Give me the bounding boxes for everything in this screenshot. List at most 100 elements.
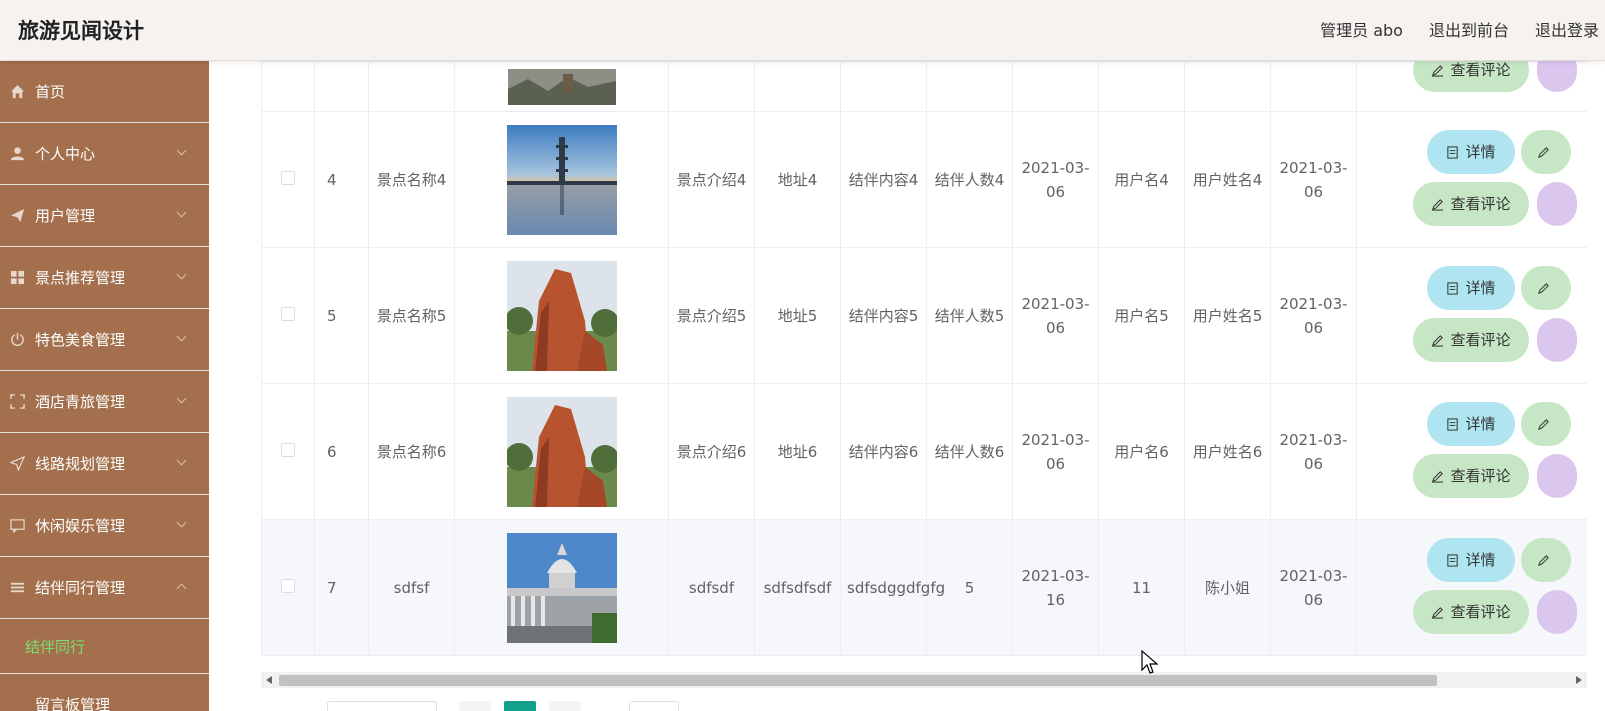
view-comments-button[interactable]: 查看评论 xyxy=(1413,590,1529,634)
detail-button[interactable]: 详情 xyxy=(1427,266,1515,310)
document-icon xyxy=(1447,553,1459,567)
detail-button[interactable]: 详情 xyxy=(1427,130,1515,174)
chevron-down-icon xyxy=(176,145,187,156)
row-checkbox[interactable] xyxy=(281,306,295,321)
thumbnail-cell xyxy=(454,111,669,248)
view-comments-button[interactable]: 查看评论 xyxy=(1413,454,1529,498)
sidebar-item-leisure[interactable]: 休闲娱乐管理 xyxy=(0,495,209,557)
table-row: 查看评论 xyxy=(261,61,1587,112)
send-icon xyxy=(9,208,25,224)
sidebar-item-attractions[interactable]: 景点推荐管理 xyxy=(0,247,209,309)
delete-button[interactable] xyxy=(1537,590,1577,634)
document-icon xyxy=(1447,281,1459,295)
view-comments-button[interactable]: 查看评论 xyxy=(1413,61,1529,92)
thumbnail-cell xyxy=(454,519,669,656)
prev-page-button[interactable] xyxy=(459,701,491,711)
delete-button[interactable] xyxy=(1537,318,1577,362)
detail-button[interactable]: 详情 xyxy=(1427,538,1515,582)
delete-button[interactable] xyxy=(1537,454,1577,498)
scroll-left-icon[interactable] xyxy=(266,676,272,684)
detail-button[interactable]: 详情 xyxy=(1427,402,1515,446)
sidebar-item-message-board[interactable]: 留言板管理 xyxy=(0,674,209,711)
sidebar-subitem-companion[interactable]: 结伴同行 xyxy=(0,619,209,674)
sidebar-item-home[interactable]: 首页 xyxy=(0,61,209,123)
delete-button[interactable] xyxy=(1537,182,1577,226)
sidebar-item-label: 特色美食管理 xyxy=(35,331,126,349)
edit-icon xyxy=(1537,554,1549,566)
thumbnail-cell xyxy=(454,247,669,384)
data-table: 查看评论 4 景点名称4 景点介绍4 地址4 结伴内容4 结伴人数4 2021-… xyxy=(261,61,1587,672)
delete-button[interactable] xyxy=(1537,61,1577,92)
attraction-intro: sdfsdf xyxy=(668,519,755,656)
companion-content: sdfsdggdfgfg xyxy=(840,519,945,656)
page-jump-input[interactable] xyxy=(629,701,679,711)
view-comments-button[interactable]: 查看评论 xyxy=(1413,182,1529,226)
table-row: 6 景点名称6 景点介绍6 地址6 结伴内容6 结伴人数6 2021-03-06… xyxy=(261,383,1587,520)
companion-content: 结伴内容6 xyxy=(840,383,927,520)
sidebar-item-label: 景点推荐管理 xyxy=(35,269,126,287)
thumbnail-image xyxy=(506,532,617,643)
sidebar-item-hotels[interactable]: 酒店青旅管理 xyxy=(0,371,209,433)
table-row: 5 景点名称5 景点介绍5 地址5 结伴内容5 结伴人数5 2021-03-06… xyxy=(261,247,1587,384)
menu-icon xyxy=(9,580,25,596)
actions-cell: 详情 查看评论 xyxy=(1356,247,1587,384)
attraction-intro: 景点介绍4 xyxy=(668,111,755,248)
companion-content: 结伴内容4 xyxy=(840,111,927,248)
exit-to-frontend-link[interactable]: 退出到前台 xyxy=(1429,17,1509,41)
date: 2021-03-06 xyxy=(1270,383,1357,520)
chevron-down-icon xyxy=(176,517,187,528)
current-page-button[interactable] xyxy=(504,701,536,711)
pagination xyxy=(209,688,1605,711)
grid-icon xyxy=(9,270,25,286)
mouse-cursor-icon xyxy=(1141,650,1159,674)
logout-link[interactable]: 退出登录 xyxy=(1535,17,1599,41)
attraction-intro: 景点介绍5 xyxy=(668,247,755,384)
username: 用户名6 xyxy=(1098,383,1185,520)
home-icon xyxy=(9,84,25,100)
admin-user-link[interactable]: 管理员 abo xyxy=(1320,17,1403,41)
attraction-name: sdfsf xyxy=(368,519,455,656)
attraction-name: 景点名称6 xyxy=(368,383,455,520)
companion-count: 结伴人数6 xyxy=(926,383,1013,520)
edit-button[interactable] xyxy=(1521,266,1571,310)
thumbnail-image xyxy=(506,124,617,235)
scrollbar-thumb[interactable] xyxy=(279,675,1437,686)
sidebar-item-food[interactable]: 特色美食管理 xyxy=(0,309,209,371)
chevron-down-icon xyxy=(176,393,187,404)
edit-button[interactable] xyxy=(1521,130,1571,174)
attraction-name: 景点名称4 xyxy=(368,111,455,248)
chevron-down-icon xyxy=(176,455,187,466)
table-row: 4 景点名称4 景点介绍4 地址4 结伴内容4 结伴人数4 2021-03-06… xyxy=(261,111,1587,248)
main-content: 查看评论 4 景点名称4 景点介绍4 地址4 结伴内容4 结伴人数4 2021-… xyxy=(209,61,1605,711)
edit-icon xyxy=(1432,606,1444,619)
row-checkbox[interactable] xyxy=(281,442,295,457)
sidebar-item-companions[interactable]: 结伴同行管理 xyxy=(0,557,209,619)
chevron-down-icon xyxy=(176,331,187,342)
row-index: 5 xyxy=(314,247,369,384)
scroll-right-icon[interactable] xyxy=(1576,676,1582,684)
horizontal-scrollbar[interactable] xyxy=(261,672,1587,688)
power-icon xyxy=(9,332,25,348)
date: 2021-03-06 xyxy=(1012,383,1099,520)
view-comments-button[interactable]: 查看评论 xyxy=(1413,318,1529,362)
edit-icon xyxy=(1432,64,1444,77)
edit-button[interactable] xyxy=(1521,402,1571,446)
sidebar-item-user-management[interactable]: 用户管理 xyxy=(0,185,209,247)
user-realname: 用户姓名5 xyxy=(1184,247,1271,384)
edit-icon xyxy=(1537,418,1549,430)
username: 11 xyxy=(1098,519,1185,656)
sidebar-item-personal-center[interactable]: 个人中心 xyxy=(0,123,209,185)
sidebar-item-routes[interactable]: 线路规划管理 xyxy=(0,433,209,495)
chevron-down-icon xyxy=(176,269,187,280)
sidebar-item-label: 用户管理 xyxy=(35,207,96,225)
page-size-select[interactable] xyxy=(327,701,437,711)
row-checkbox[interactable] xyxy=(281,578,295,593)
companion-count: 结伴人数5 xyxy=(926,247,1013,384)
next-page-button[interactable] xyxy=(549,701,581,711)
edit-button[interactable] xyxy=(1521,538,1571,582)
address: 地址6 xyxy=(754,383,841,520)
date: 2021-03-06 xyxy=(1270,519,1357,656)
row-checkbox[interactable] xyxy=(281,170,295,185)
sidebar: 首页 个人中心 用户管理 景点推荐管理 特色美食管理 酒店青旅管理 线路规划管理… xyxy=(0,61,209,711)
username: 用户名4 xyxy=(1098,111,1185,248)
